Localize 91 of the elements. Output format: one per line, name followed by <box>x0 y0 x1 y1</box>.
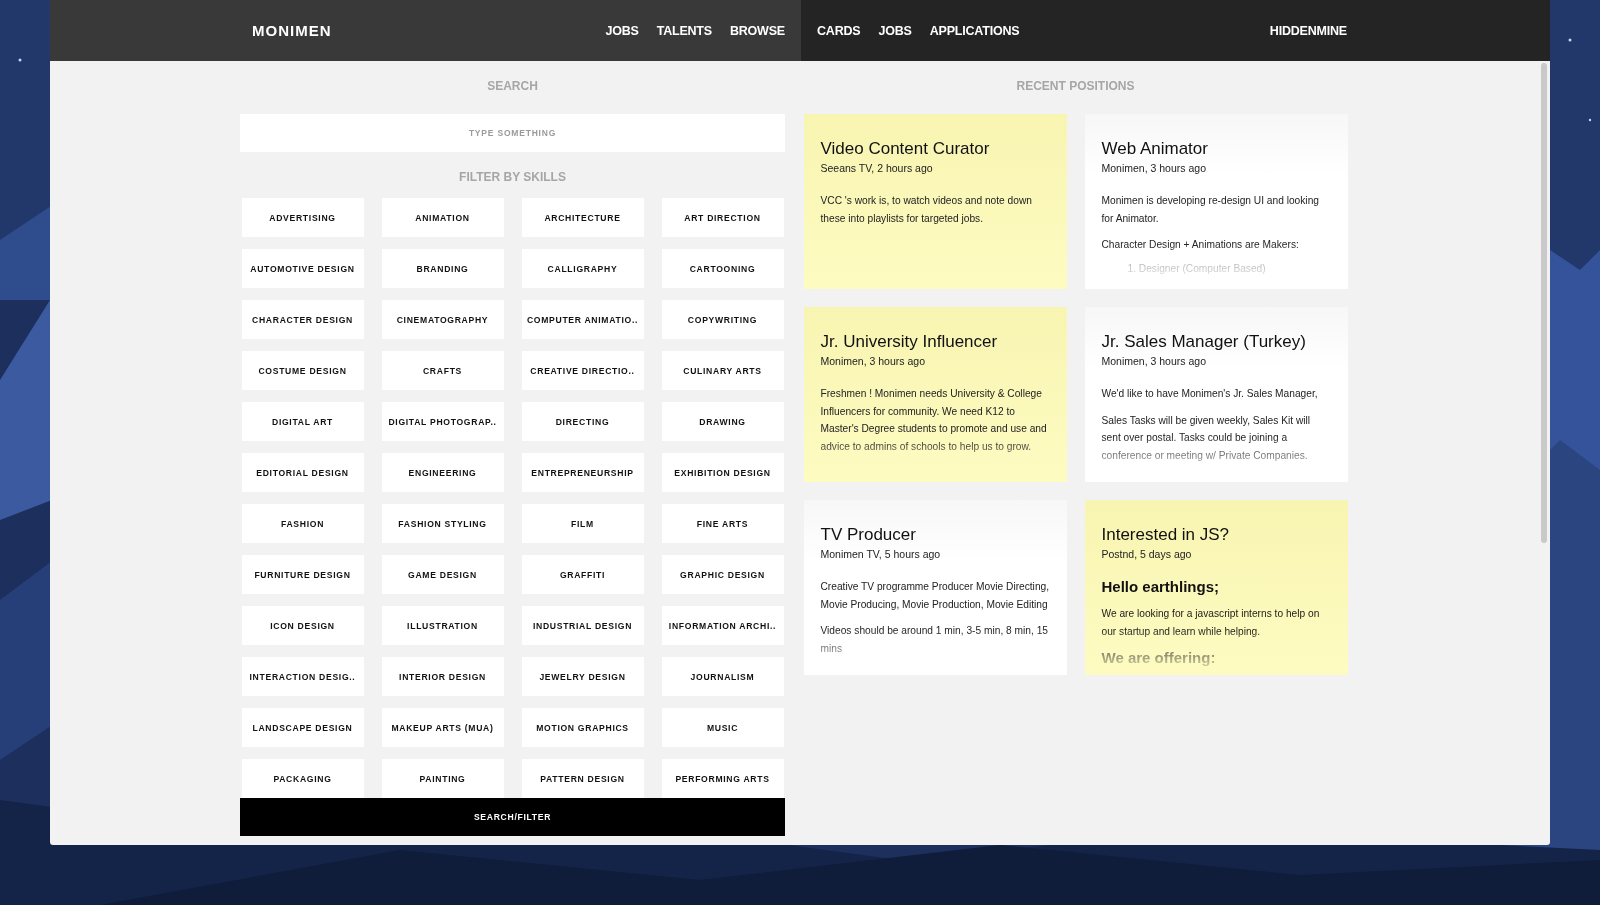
card-title: Web Animator <box>1101 139 1209 159</box>
position-card[interactable]: Web Animator Monimen, 3 hours ago Monimen is developing re-design UI and looking for Animator. Character Design + Animations are Makers: 1. Designer (Computer Based) <box>1084 114 1348 289</box>
skill-tag[interactable]: COMPUTER ANIMATIO.. <box>521 300 644 339</box>
card-title: Video Content Curator <box>820 139 991 159</box>
skill-tag[interactable]: FURNITURE DESIGN <box>241 555 364 594</box>
skill-tag[interactable]: FILM <box>521 504 644 543</box>
card-description: Videos should be around 1 min, 3-5 min, 8 min, 15 mins <box>820 624 1049 656</box>
card-description: We are looking for a javascript interns to help on our startup and learn while helping. <box>1101 607 1321 639</box>
card-description: We'd like to have Monimen's Jr. Sales Manager, <box>1101 387 1319 401</box>
card-title: Interested in JS? <box>1101 525 1231 545</box>
skill-tag[interactable]: DIGITAL PHOTOGRAP.. <box>381 402 504 441</box>
skill-tag[interactable]: AUTOMOTIVE DESIGN <box>241 249 364 288</box>
card-description: Sales Tasks will be given weekly, Sales Kit will sent over postal. Tasks could be joining a conference or meeting w/ Private Companies. <box>1101 413 1312 463</box>
card-title: Jr. Sales Manager (Turkey) <box>1101 332 1307 352</box>
skill-tag[interactable]: DIGITAL ART <box>241 402 364 441</box>
skill-tag[interactable]: ICON DESIGN <box>241 606 364 645</box>
nav-link[interactable]: TALENTS <box>656 23 712 38</box>
skill-tag[interactable]: MUSIC <box>661 708 784 747</box>
skill-tag[interactable]: EXHIBITION DESIGN <box>661 453 784 492</box>
skill-tag[interactable]: GAME DESIGN <box>381 555 504 594</box>
skill-tag[interactable]: COPYWRITING <box>661 300 784 339</box>
skill-tag[interactable]: ANIMATION <box>381 198 504 237</box>
card-title: Jr. University Influencer <box>820 332 999 352</box>
skill-tag[interactable]: PAINTING <box>381 759 504 798</box>
nav-link[interactable]: BROWSE <box>729 23 785 38</box>
skill-tag[interactable]: BRANDING <box>381 249 504 288</box>
card-description: VCC 's work is, to watch videos and note down these into playlists for targeted jobs. <box>820 194 1033 226</box>
skill-tag[interactable]: DRAWING <box>661 402 784 441</box>
nav-link[interactable]: JOBS <box>605 23 639 38</box>
card-meta: Monimen, 3 hours ago <box>820 355 926 367</box>
skill-tag[interactable]: JOURNALISM <box>661 657 784 696</box>
card-meta: Monimen TV, 5 hours ago <box>820 548 942 560</box>
skill-tag[interactable]: PATTERN DESIGN <box>521 759 644 798</box>
skill-tag[interactable]: FASHION <box>241 504 364 543</box>
skill-tag[interactable]: MOTION GRAPHICS <box>521 708 644 747</box>
skill-tag[interactable]: PERFORMING ARTS <box>661 759 784 798</box>
skill-tag[interactable]: JEWELRY DESIGN <box>521 657 644 696</box>
position-card[interactable]: TV Producer Monimen TV, 5 hours ago Creative TV programme Producer Movie Directing, Movie Producing, Movie Production, Movie Editing Videos should be around 1 min, 3-5 min, 8 min, 15 mins <box>803 500 1067 675</box>
skill-tag[interactable]: DIRECTING <box>521 402 644 441</box>
skill-tag[interactable]: GRAFFITI <box>521 555 644 594</box>
skill-tag[interactable]: PACKAGING <box>241 759 364 798</box>
section-title: RECENT POSITIONS <box>1016 79 1135 95</box>
card-meta: Monimen, 3 hours ago <box>1101 162 1207 174</box>
skill-tag[interactable]: CHARACTER DESIGN <box>241 300 364 339</box>
skill-tag[interactable]: ART DIRECTION <box>661 198 784 237</box>
card-meta: Seeans TV, 2 hours ago <box>820 162 934 174</box>
card-meta: Postnd, 5 days ago <box>1101 548 1193 560</box>
skill-tag[interactable]: COSTUME DESIGN <box>241 351 364 390</box>
skill-tag[interactable]: INTERACTION DESIG.. <box>241 657 364 696</box>
skill-tag[interactable]: ENTREPRENEURSHIP <box>521 453 644 492</box>
section-title: SEARCH <box>487 79 538 95</box>
card-list-item: 1. Designer (Computer Based) <box>1127 262 1267 274</box>
skill-tag[interactable]: FASHION STYLING <box>381 504 504 543</box>
skill-tag[interactable]: INDUSTRIAL DESIGN <box>521 606 644 645</box>
skill-tag[interactable]: ENGINEERING <box>381 453 504 492</box>
section-title: FILTER BY SKILLS <box>459 170 566 186</box>
card-heading: Hello earthlings; <box>1101 578 1221 595</box>
skill-tag[interactable]: MAKEUP ARTS (MUA) <box>381 708 504 747</box>
position-card[interactable]: Interested in JS? Postnd, 5 days ago Hello earthlings; We are looking for a javascript interns to help on our startup and learn while helping. We are offering: <box>1084 500 1348 675</box>
search-button[interactable]: SEARCH/FILTER <box>240 798 785 836</box>
skill-tag[interactable]: CREATIVE DIRECTIO.. <box>521 351 644 390</box>
logo[interactable]: MONIMEN <box>252 22 332 39</box>
card-heading: We are offering: <box>1101 649 1217 666</box>
nav-link[interactable]: JOBS <box>878 23 912 38</box>
skill-tag[interactable]: CALLIGRAPHY <box>521 249 644 288</box>
skill-tag[interactable]: CULINARY ARTS <box>661 351 784 390</box>
skill-tag[interactable]: FINE ARTS <box>661 504 784 543</box>
position-card[interactable]: Video Content Curator Seeans TV, 2 hours ago VCC 's work is, to watch videos and note down these into playlists for targeted jobs. <box>803 114 1067 289</box>
skill-tag[interactable]: LANDSCAPE DESIGN <box>241 708 364 747</box>
card-description: Monimen is developing re-design UI and looking for Animator. <box>1101 194 1320 226</box>
skill-tag[interactable]: ARCHITECTURE <box>521 198 644 237</box>
skill-tag[interactable]: ADVERTISING <box>241 198 364 237</box>
skill-tag[interactable]: CINEMATOGRAPHY <box>381 300 504 339</box>
skill-tag[interactable]: CRAFTS <box>381 351 504 390</box>
card-meta: Monimen, 3 hours ago <box>1101 355 1207 367</box>
scrollbar[interactable] <box>1541 63 1547 543</box>
search-field[interactable]: TYPE SOMETHING <box>240 114 785 152</box>
card-title: TV Producer <box>820 525 917 545</box>
user-link[interactable]: HIDDENMINE <box>1269 23 1347 38</box>
position-card[interactable] <box>803 307 1067 482</box>
card-description: Freshmen ! Monimen needs University & College Influencers for community. We need K12 to Master's Degree students to promote and use and advice to admins of schools to help us to grow. <box>820 387 1048 454</box>
card-description: Character Design + Animations are Makers: <box>1101 238 1300 252</box>
skill-tag[interactable]: EDITORIAL DESIGN <box>241 453 364 492</box>
skill-tag[interactable]: GRAPHIC DESIGN <box>661 555 784 594</box>
skill-tag[interactable]: ILLUSTRATION <box>381 606 504 645</box>
card-description: Creative TV programme Producer Movie Directing, Movie Producing, Movie Production, Movie Editing <box>820 580 1050 612</box>
skill-tag[interactable]: CARTOONING <box>661 249 784 288</box>
nav-link[interactable]: APPLICATIONS <box>929 23 1020 38</box>
skill-tag[interactable]: INFORMATION ARCHI.. <box>661 606 784 645</box>
skill-tag[interactable]: INTERIOR DESIGN <box>381 657 504 696</box>
nav-link[interactable]: CARDS <box>817 23 861 38</box>
